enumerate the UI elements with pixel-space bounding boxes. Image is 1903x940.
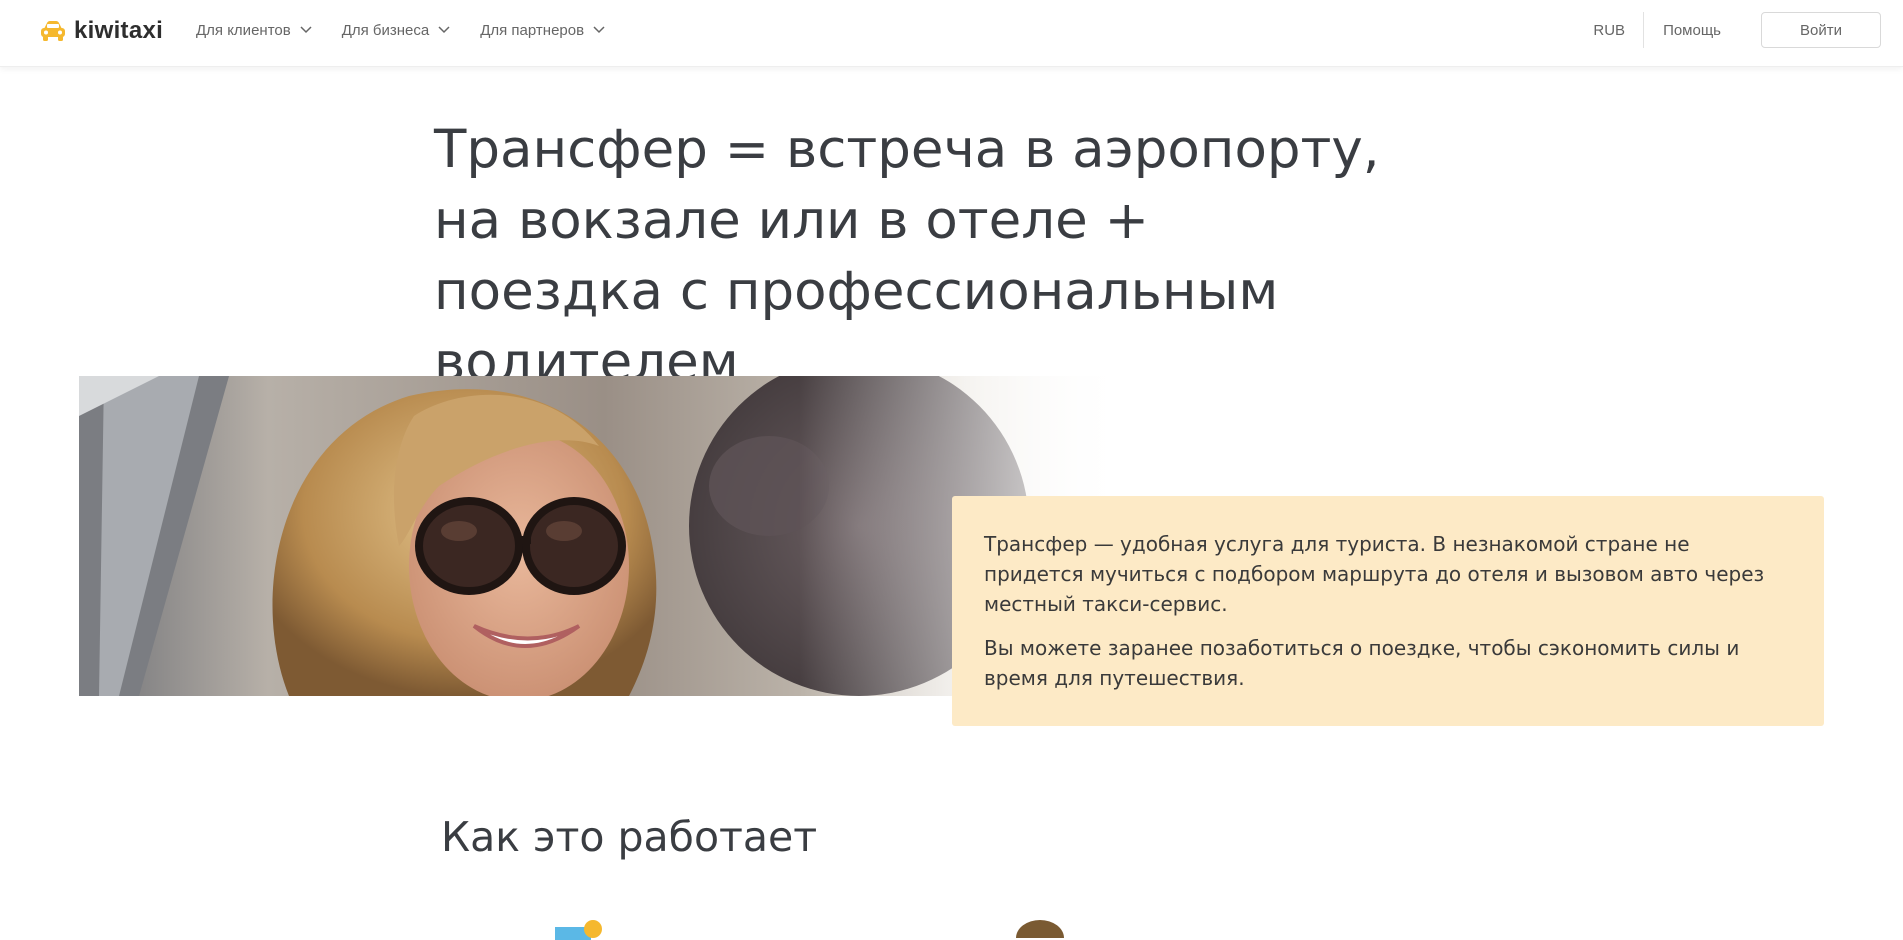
step-icon xyxy=(555,920,602,940)
info-card: Трансфер — удобная услуга для туриста. В… xyxy=(952,496,1824,726)
header-actions: RUB Помощь Войти xyxy=(1593,0,1903,60)
info-paragraph: Вы можете заранее позаботиться о поездке… xyxy=(984,636,1740,690)
info-paragraph: Трансфер — удобная услуга для туриста. В… xyxy=(984,532,1765,616)
nav-for-business[interactable]: Для бизнеса xyxy=(342,22,451,39)
logo-text: kiwitaxi xyxy=(74,17,164,44)
nav-label: Для партнеров xyxy=(480,21,585,39)
taxi-car-icon xyxy=(41,21,65,41)
step-icon xyxy=(1016,920,1064,938)
nav-label: Для бизнеса xyxy=(341,21,430,39)
chevron-down-icon xyxy=(300,26,312,34)
nav-for-partners[interactable]: Для партнеров xyxy=(480,22,605,39)
logo[interactable]: kiwitaxi xyxy=(40,14,163,48)
nav-for-clients[interactable]: Для клиентов xyxy=(196,22,312,39)
chevron-down-icon xyxy=(593,26,605,34)
how-it-works-title: Как это работает xyxy=(441,813,818,861)
help-link[interactable]: Помощь xyxy=(1644,22,1721,39)
login-button[interactable]: Войти xyxy=(1761,12,1881,48)
main-nav: Для клиентов Для бизнеса Для партнеров xyxy=(196,0,635,60)
nav-label: Для клиентов xyxy=(196,21,291,39)
chevron-down-icon xyxy=(438,26,450,34)
top-header: kiwitaxi Для клиентов Для бизнеса Для па… xyxy=(0,0,1903,67)
hero-title: Трансфер = встреча в аэропорту, на вокза… xyxy=(434,119,1380,393)
currency-selector[interactable]: RUB xyxy=(1593,22,1643,39)
